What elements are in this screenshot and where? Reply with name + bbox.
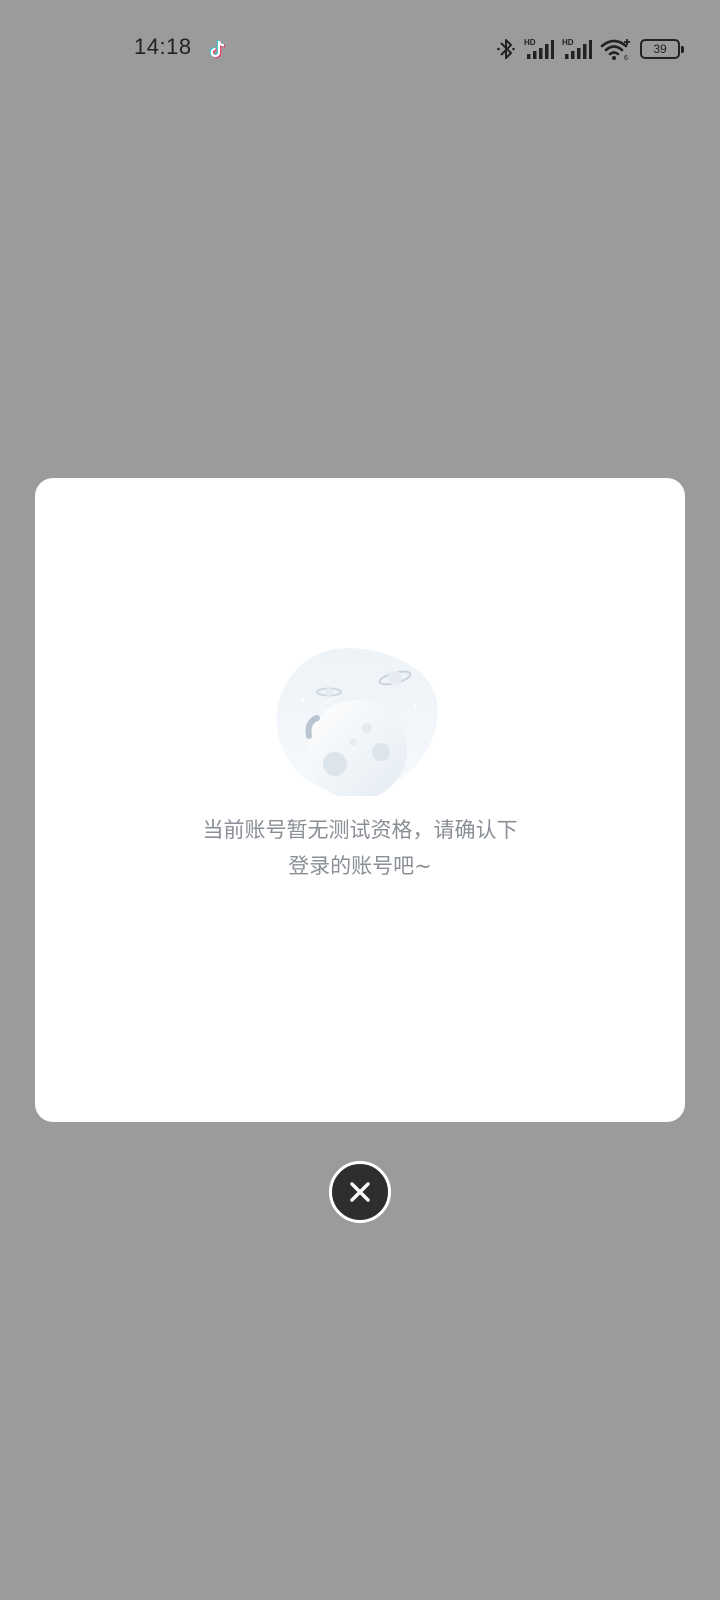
status-bar: 14:18 HD HD 6 39	[0, 0, 720, 100]
wifi-icon: 6	[600, 39, 630, 61]
signal-hd-icon: HD	[524, 38, 554, 59]
message-line-1: 当前账号暂无测试资格，请确认下	[202, 818, 518, 842]
no-access-message: 当前账号暂无测试资格，请确认下 登录的账号吧~	[35, 812, 685, 884]
svg-text:HD: HD	[524, 38, 536, 47]
status-icons: HD HD 6 39	[496, 36, 684, 62]
moon-planet-illustration	[276, 648, 438, 796]
battery-level: 39	[653, 42, 667, 56]
battery-indicator: 39	[640, 39, 684, 59]
close-icon	[350, 1182, 370, 1202]
tiktok-icon	[209, 40, 226, 59]
signal-hd-icon: HD	[562, 38, 592, 59]
message-line-2: 登录的账号吧~	[288, 854, 432, 878]
status-time: 14:18	[134, 34, 192, 59]
bluetooth-icon	[497, 39, 515, 59]
svg-text:6: 6	[624, 55, 628, 61]
close-button[interactable]	[329, 1161, 391, 1223]
svg-text:HD: HD	[562, 38, 574, 47]
no-access-dialog: 当前账号暂无测试资格，请确认下 登录的账号吧~	[35, 478, 685, 1122]
